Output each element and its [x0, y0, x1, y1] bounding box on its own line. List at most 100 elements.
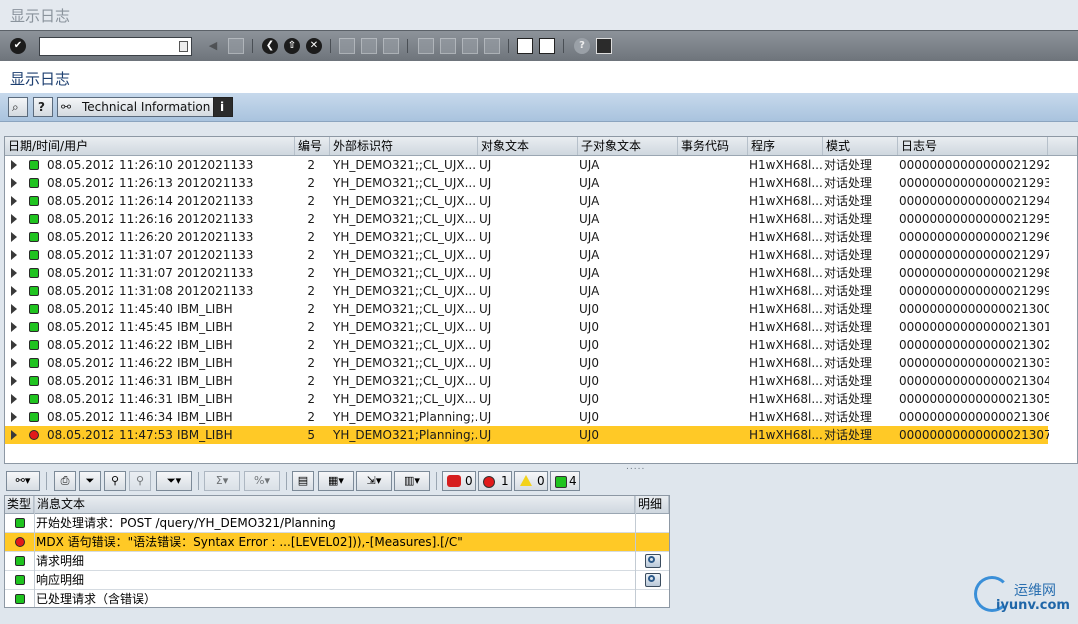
log-cell-tcode [679, 390, 745, 408]
col-header-object-text[interactable]: 对象文本 [478, 137, 578, 155]
log-cell-date: 08.05.2012 [47, 230, 113, 244]
back-icon[interactable]: ❮ [262, 38, 278, 54]
views-dropdown-button[interactable]: ▦▾ [318, 471, 354, 491]
warning-filter-button[interactable]: 0 [514, 471, 548, 491]
back-arrow-small-icon[interactable]: ◀ [205, 38, 221, 54]
col-header-type[interactable]: 类型 [5, 496, 34, 513]
log-row[interactable]: 08.05.2012 11:31:07 2012021133 2 YH_DEMO321;… [5, 246, 1077, 264]
expand-triangle-icon[interactable] [11, 196, 17, 206]
log-row[interactable]: 08.05.2012 11:31:08 2012021133 2 YH_DEMO321;… [5, 282, 1077, 300]
subtotal-dropdown-button[interactable]: %▾ [244, 471, 280, 491]
log-row[interactable]: 08.05.2012 11:45:40 IBM_LIBH 2 YH_DEMO321;;C… [5, 300, 1077, 318]
log-cell-time: 11:47:53 [119, 428, 173, 442]
enter-check-icon[interactable]: ✔ [10, 38, 26, 54]
export-dropdown-button[interactable]: ⇲▾ [356, 471, 392, 491]
message-row[interactable]: MDX 语句错误："语法错误：Syntax Error : ...[LEVEL0… [5, 533, 669, 552]
find-next-icon[interactable] [383, 38, 399, 54]
stop-filter-button[interactable]: 0 [442, 471, 476, 491]
print-preview-button[interactable]: ▤ [292, 471, 314, 491]
new-session-icon[interactable] [517, 38, 533, 54]
save-icon[interactable] [228, 38, 244, 54]
col-header-number[interactable]: 编号 [295, 137, 330, 155]
expand-triangle-icon[interactable] [11, 322, 17, 332]
success-filter-button[interactable]: 4 [550, 471, 580, 491]
error-filter-button[interactable]: 1 [478, 471, 512, 491]
expand-triangle-icon[interactable] [11, 412, 17, 422]
log-cell-num: 2 [307, 194, 315, 208]
expand-triangle-icon[interactable] [11, 160, 17, 170]
expand-triangle-icon[interactable] [11, 340, 17, 350]
expand-triangle-icon[interactable] [11, 376, 17, 386]
expand-triangle-icon[interactable] [11, 430, 17, 440]
log-row[interactable]: 08.05.2012 11:26:16 2012021133 2 YH_DEMO321;… [5, 210, 1077, 228]
filter-print-button[interactable]: ⏷ [79, 471, 101, 491]
log-row[interactable]: 08.05.2012 11:47:53 IBM_LIBH 5 YH_DEMO321;Pl… [5, 426, 1049, 444]
filter-dropdown-button[interactable]: ⏷▾ [156, 471, 192, 491]
print-button[interactable]: ⎙ [54, 471, 76, 491]
log-cell-obj: UJ [479, 284, 492, 298]
previous-page-icon[interactable] [440, 38, 456, 54]
details-dropdown-button[interactable]: ⚯▾ [6, 471, 40, 491]
shortcut-icon[interactable] [539, 38, 555, 54]
log-row[interactable]: 08.05.2012 11:46:22 IBM_LIBH 2 YH_DEMO321;;C… [5, 336, 1077, 354]
expand-triangle-icon[interactable] [11, 250, 17, 260]
col-header-tcode[interactable]: 事务代码 [678, 137, 748, 155]
log-row[interactable]: 08.05.2012 11:46:31 IBM_LIBH 2 YH_DEMO321;;C… [5, 390, 1077, 408]
expand-triangle-icon[interactable] [11, 394, 17, 404]
cancel-icon[interactable]: ✕ [306, 38, 322, 54]
command-field[interactable] [39, 37, 192, 56]
expand-triangle-icon[interactable] [11, 304, 17, 314]
command-history-dropdown-icon[interactable] [179, 41, 188, 52]
detail-magnifier-icon[interactable] [645, 554, 661, 568]
technical-information-button[interactable]: ⚯ Technical Information [57, 97, 218, 117]
col-header-message-text[interactable]: 消息文本 [34, 496, 635, 513]
last-page-icon[interactable] [484, 38, 500, 54]
layout-menu-icon[interactable] [596, 38, 612, 54]
first-page-icon[interactable] [418, 38, 434, 54]
log-row[interactable]: 08.05.2012 11:26:10 2012021133 2 YH_DEMO321;… [5, 156, 1077, 174]
expand-triangle-icon[interactable] [11, 358, 17, 368]
message-row[interactable]: 响应明细 [5, 571, 669, 590]
col-header-mode[interactable]: 模式 [823, 137, 898, 155]
help-icon[interactable]: ? [574, 38, 590, 54]
log-row[interactable]: 08.05.2012 11:46:34 IBM_LIBH 2 YH_DEMO321;Pl… [5, 408, 1077, 426]
expand-triangle-icon[interactable] [11, 178, 17, 188]
exit-icon[interactable]: ⇧ [284, 38, 300, 54]
log-row[interactable]: 08.05.2012 11:46:22 IBM_LIBH 2 YH_DEMO321;;C… [5, 354, 1077, 372]
log-row[interactable]: 08.05.2012 11:26:13 2012021133 2 YH_DEMO321;… [5, 174, 1077, 192]
log-cell-tcode [679, 372, 745, 390]
log-row[interactable]: 08.05.2012 11:45:45 IBM_LIBH 2 YH_DEMO321;;C… [5, 318, 1077, 336]
col-header-datetime-user[interactable]: 日期/时间/用户 [5, 137, 295, 155]
log-row[interactable]: 08.05.2012 11:31:07 2012021133 2 YH_DEMO321;… [5, 264, 1077, 282]
col-header-detail[interactable]: 明细 [635, 496, 669, 513]
log-row[interactable]: 08.05.2012 11:26:20 2012021133 2 YH_DEMO321;… [5, 228, 1077, 246]
detail-magnifier-icon[interactable] [645, 573, 661, 587]
col-header-external-id[interactable]: 外部标识符 [330, 137, 478, 155]
sum-dropdown-button[interactable]: Σ▾ [204, 471, 240, 491]
detail-magnifier-button[interactable]: ⌕ [8, 97, 28, 117]
expand-triangle-icon[interactable] [11, 268, 17, 278]
expand-triangle-icon[interactable] [11, 232, 17, 242]
print-icon[interactable] [339, 38, 355, 54]
info-button[interactable]: i [213, 97, 233, 117]
help-button[interactable]: ? [33, 97, 53, 117]
find-next-button[interactable]: ⚲ [129, 471, 151, 491]
message-row[interactable]: 已处理请求（含错误） [5, 590, 669, 607]
command-input[interactable] [40, 38, 176, 55]
col-header-log-number[interactable]: 日志号 [898, 137, 1048, 155]
message-row[interactable]: 请求明细 [5, 552, 669, 571]
log-cell-tcode [679, 354, 745, 372]
expand-triangle-icon[interactable] [11, 286, 17, 296]
log-cell-log-no: 00000000000000021299 [899, 284, 1049, 298]
log-row[interactable]: 08.05.2012 11:46:31 IBM_LIBH 2 YH_DEMO321;;C… [5, 372, 1077, 390]
log-row[interactable]: 08.05.2012 11:26:14 2012021133 2 YH_DEMO321;… [5, 192, 1077, 210]
log-cell-ext-id: YH_DEMO321;;CL_UJX... [333, 356, 477, 370]
find-icon[interactable] [361, 38, 377, 54]
col-header-program[interactable]: 程序 [748, 137, 823, 155]
expand-triangle-icon[interactable] [11, 214, 17, 224]
message-row[interactable]: 开始处理请求：POST /query/YH_DEMO321/Planning [5, 514, 669, 533]
next-page-icon[interactable] [462, 38, 478, 54]
find-button[interactable]: ⚲ [104, 471, 126, 491]
col-header-subobject-text[interactable]: 子对象文本 [578, 137, 678, 155]
layout-dropdown-button[interactable]: ▥▾ [394, 471, 430, 491]
